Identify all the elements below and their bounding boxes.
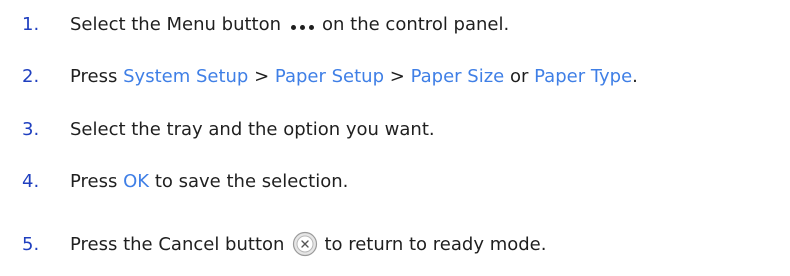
step-number: 4. bbox=[22, 170, 40, 192]
step-3-text: Select the tray and the option you want. bbox=[70, 118, 435, 140]
paper-setup-link[interactable]: Paper Setup bbox=[275, 66, 384, 87]
step-2-press: Press bbox=[70, 65, 118, 87]
step-2-or: or bbox=[509, 65, 529, 87]
step-1-text-before: Select the Menu button bbox=[70, 13, 282, 35]
step-4-text-after: to save the selection. bbox=[154, 170, 349, 192]
instruction-steps: 1. Select the Menu button on the control… bbox=[0, 0, 790, 276]
step-number: 3. bbox=[22, 118, 40, 140]
step-text: Select the tray and the option you want. bbox=[70, 119, 435, 140]
step-text: Press the Cancel button to return to rea… bbox=[70, 231, 546, 257]
breadcrumb-separator: > bbox=[254, 65, 270, 87]
step-2-period: . bbox=[632, 65, 638, 87]
step-5-text-after: to return to ready mode. bbox=[324, 233, 547, 255]
step-text: Press OK to save the selection. bbox=[70, 171, 348, 192]
step-number: 2. bbox=[22, 65, 40, 87]
step-number: 1. bbox=[22, 13, 40, 35]
step-5-text-before: Press the Cancel button bbox=[70, 233, 285, 255]
paper-size-link[interactable]: Paper Size bbox=[411, 66, 505, 87]
step-number: 5. bbox=[22, 233, 40, 255]
step-1-text-after: on the control panel. bbox=[322, 13, 510, 35]
breadcrumb-separator: > bbox=[389, 65, 405, 87]
ok-link[interactable]: OK bbox=[123, 171, 149, 192]
cancel-x-icon bbox=[292, 231, 318, 257]
step-text: Select the Menu button on the control pa… bbox=[70, 14, 509, 35]
system-setup-link[interactable]: System Setup bbox=[123, 66, 248, 87]
step-4-press: Press bbox=[70, 170, 118, 192]
paper-type-link[interactable]: Paper Type bbox=[534, 66, 632, 87]
menu-dots-icon bbox=[291, 18, 315, 36]
step-text: Press System Setup > Paper Setup > Paper… bbox=[70, 66, 638, 87]
